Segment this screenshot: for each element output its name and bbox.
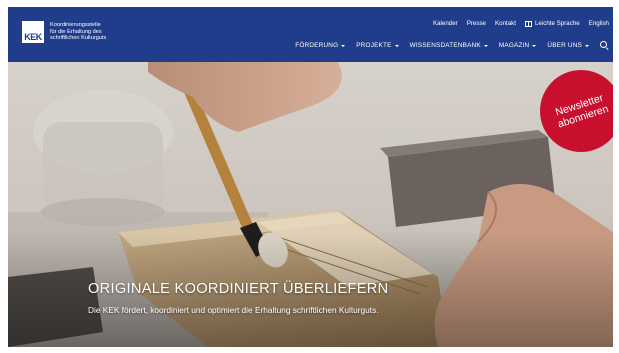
link-presse[interactable]: Presse <box>467 20 486 27</box>
nav-item-label: FÖRDERUNG <box>295 42 339 49</box>
link-english[interactable]: English <box>589 20 609 27</box>
utility-nav: Kalender Presse Kontakt Leichte Sprache … <box>433 20 609 27</box>
chevron-down-icon <box>532 44 537 47</box>
nav-item-ueber-uns[interactable]: ÜBER UNS <box>547 42 589 49</box>
logo-line-3: schriftlichen Kulturguts <box>50 35 107 42</box>
nav-item-label: WISSENSDATENBANK <box>409 42 481 49</box>
link-kalender[interactable]: Kalender <box>433 20 458 27</box>
leichte-sprache-label: Leichte Sprache <box>534 20 580 27</box>
search-icon[interactable] <box>600 41 609 50</box>
link-kontakt[interactable]: Kontakt <box>495 20 516 27</box>
newsletter-badge[interactable]: Newsletter abonnieren <box>540 70 613 152</box>
nav-item-wissensdatenbank[interactable]: WISSENSDATENBANK <box>410 42 488 49</box>
nav-item-foerderung[interactable]: FÖRDERUNG <box>295 42 346 49</box>
logo-line-2: für die Erhaltung des <box>50 28 102 35</box>
book-icon <box>524 20 532 27</box>
nav-item-label: ÜBER UNS <box>547 42 582 49</box>
main-nav: FÖRDERUNG PROJEKTE WISSENSDATENBANK MAGA… <box>295 41 609 50</box>
nav-item-magazin[interactable]: MAGAZIN <box>499 42 537 49</box>
hero-banner: ORIGINALE KOORDINIERT ÜBERLIEFERN Die KE… <box>8 62 613 347</box>
newsletter-badge-label: Newsletter abonnieren <box>552 91 610 131</box>
nav-item-projekte[interactable]: PROJEKTE <box>356 42 399 49</box>
link-leichte-sprache[interactable]: Leichte Sprache <box>524 20 580 27</box>
nav-item-label: MAGAZIN <box>498 42 530 49</box>
chevron-down-icon <box>394 44 399 47</box>
chevron-down-icon <box>341 44 346 47</box>
chevron-down-icon <box>483 44 488 47</box>
hero-headline: ORIGINALE KOORDINIERT ÜBERLIEFERN <box>88 281 389 297</box>
browser-viewport: KEK Koordinierungsstelle für die Erhaltu… <box>8 7 613 347</box>
kek-logo[interactable]: KEK Koordinierungsstelle für die Erhaltu… <box>22 21 130 43</box>
logo-text: Koordinierungsstelle für die Erhaltung d… <box>50 22 130 42</box>
site-header: KEK Koordinierungsstelle für die Erhaltu… <box>8 7 613 62</box>
logo-line-1: Koordinierungsstelle <box>50 21 101 28</box>
hero-subline: Die KEK fördert, koordiniert und optimie… <box>88 305 379 315</box>
logo-mark: KEK <box>22 21 44 43</box>
nav-item-label: PROJEKTE <box>356 42 392 49</box>
chevron-down-icon <box>585 44 589 47</box>
